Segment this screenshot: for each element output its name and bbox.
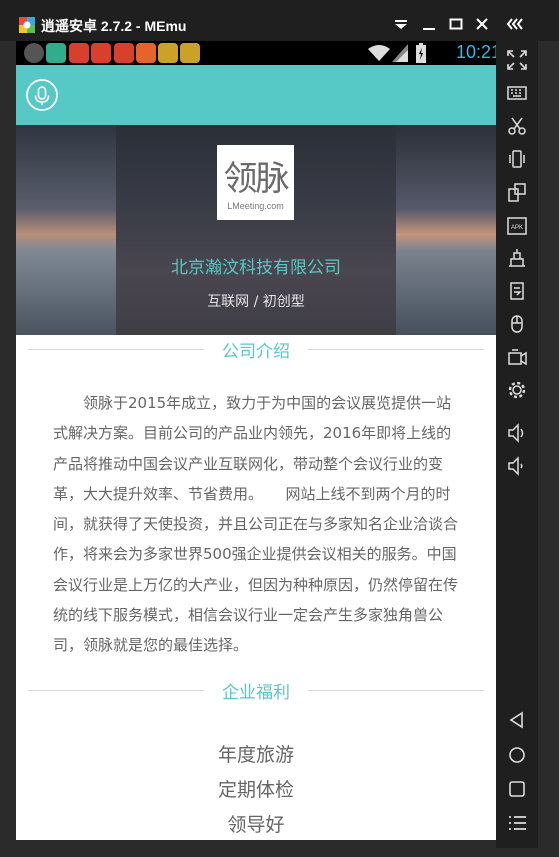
app-notification-icon [158, 43, 178, 63]
company-intro-text: 领脉于2015年成立，致力于为中国的会议展览提供一站式解决方案。目前公司的产品业… [53, 394, 459, 655]
company-tags: 互联网 / 初创型 [207, 294, 305, 310]
benefit-item: 领导好 [227, 814, 285, 836]
emulator-toolbar: APK [496, 41, 538, 848]
signal-icon [392, 44, 408, 62]
settings-gear-icon[interactable] [506, 379, 528, 401]
window-title: 逍遥安卓 2.7.2 - MEmu [41, 18, 187, 34]
memu-logo-icon [19, 17, 35, 33]
app-notification-icon [114, 43, 134, 63]
back-icon[interactable] [506, 709, 528, 731]
install-apk-icon[interactable]: APK [506, 214, 528, 236]
emulator-title-bar: 逍遥安卓 2.7.2 - MEmu [0, 0, 559, 41]
section-title: 企业福利 [222, 683, 290, 703]
rotate-screen-icon[interactable] [506, 181, 528, 203]
mouse-icon[interactable] [506, 313, 528, 335]
app-notification-icon [46, 43, 66, 63]
battery-icon [416, 43, 426, 63]
fullscreen-icon[interactable] [506, 49, 528, 71]
shield-notification-icon [24, 43, 44, 63]
app-notification-icon [180, 43, 200, 63]
volume-down-icon[interactable] [506, 455, 528, 477]
scissors-icon[interactable] [506, 115, 528, 137]
taobao-notification-icon [136, 43, 156, 63]
android-status-bar: 10:21 [16, 41, 501, 65]
collapse-sidebar-icon[interactable] [505, 14, 527, 34]
section-title: 公司介绍 [222, 342, 290, 362]
dropdown-menu-icon[interactable] [391, 14, 411, 34]
emulator-frame-left [0, 41, 16, 857]
app-notification-icon [69, 43, 89, 63]
benefit-item: 年度旅游 [217, 744, 294, 766]
minimize-icon[interactable] [419, 14, 439, 34]
microphone-icon[interactable] [26, 79, 58, 111]
company-hero-banner: 领脉 LMeeting.com 北京瀚汶科技有限公司 互联网 / 初创型 [16, 125, 496, 335]
app-screen: 领脉 LMeeting.com 北京瀚汶科技有限公司 互联网 / 初创型 公司介… [16, 65, 496, 840]
status-clock: 10:21 [456, 42, 502, 62]
home-icon[interactable] [506, 744, 528, 766]
app-notification-icon [91, 43, 111, 63]
app-header-bar [16, 65, 496, 125]
recent-apps-icon[interactable] [506, 778, 528, 800]
maximize-icon[interactable] [446, 14, 466, 34]
benefits-section-header: 企业福利 [28, 678, 484, 703]
close-icon[interactable] [472, 14, 492, 34]
keyboard-icon[interactable] [506, 82, 528, 104]
file-share-icon[interactable] [506, 280, 528, 302]
shake-icon[interactable] [506, 148, 528, 170]
wifi-icon [368, 45, 390, 61]
company-name: 北京瀚汶科技有限公司 [171, 258, 341, 278]
location-icon[interactable] [506, 247, 528, 269]
volume-up-icon[interactable] [506, 422, 528, 444]
menu-icon[interactable] [506, 812, 528, 834]
intro-section-header: 公司介绍 [28, 337, 484, 362]
svg-text:APK: APK [511, 225, 523, 231]
screen-record-icon[interactable] [506, 346, 528, 368]
emulator-frame-bottom [0, 840, 496, 857]
company-logo: 领脉 LMeeting.com [217, 145, 294, 220]
benefit-item: 定期体检 [217, 779, 294, 801]
